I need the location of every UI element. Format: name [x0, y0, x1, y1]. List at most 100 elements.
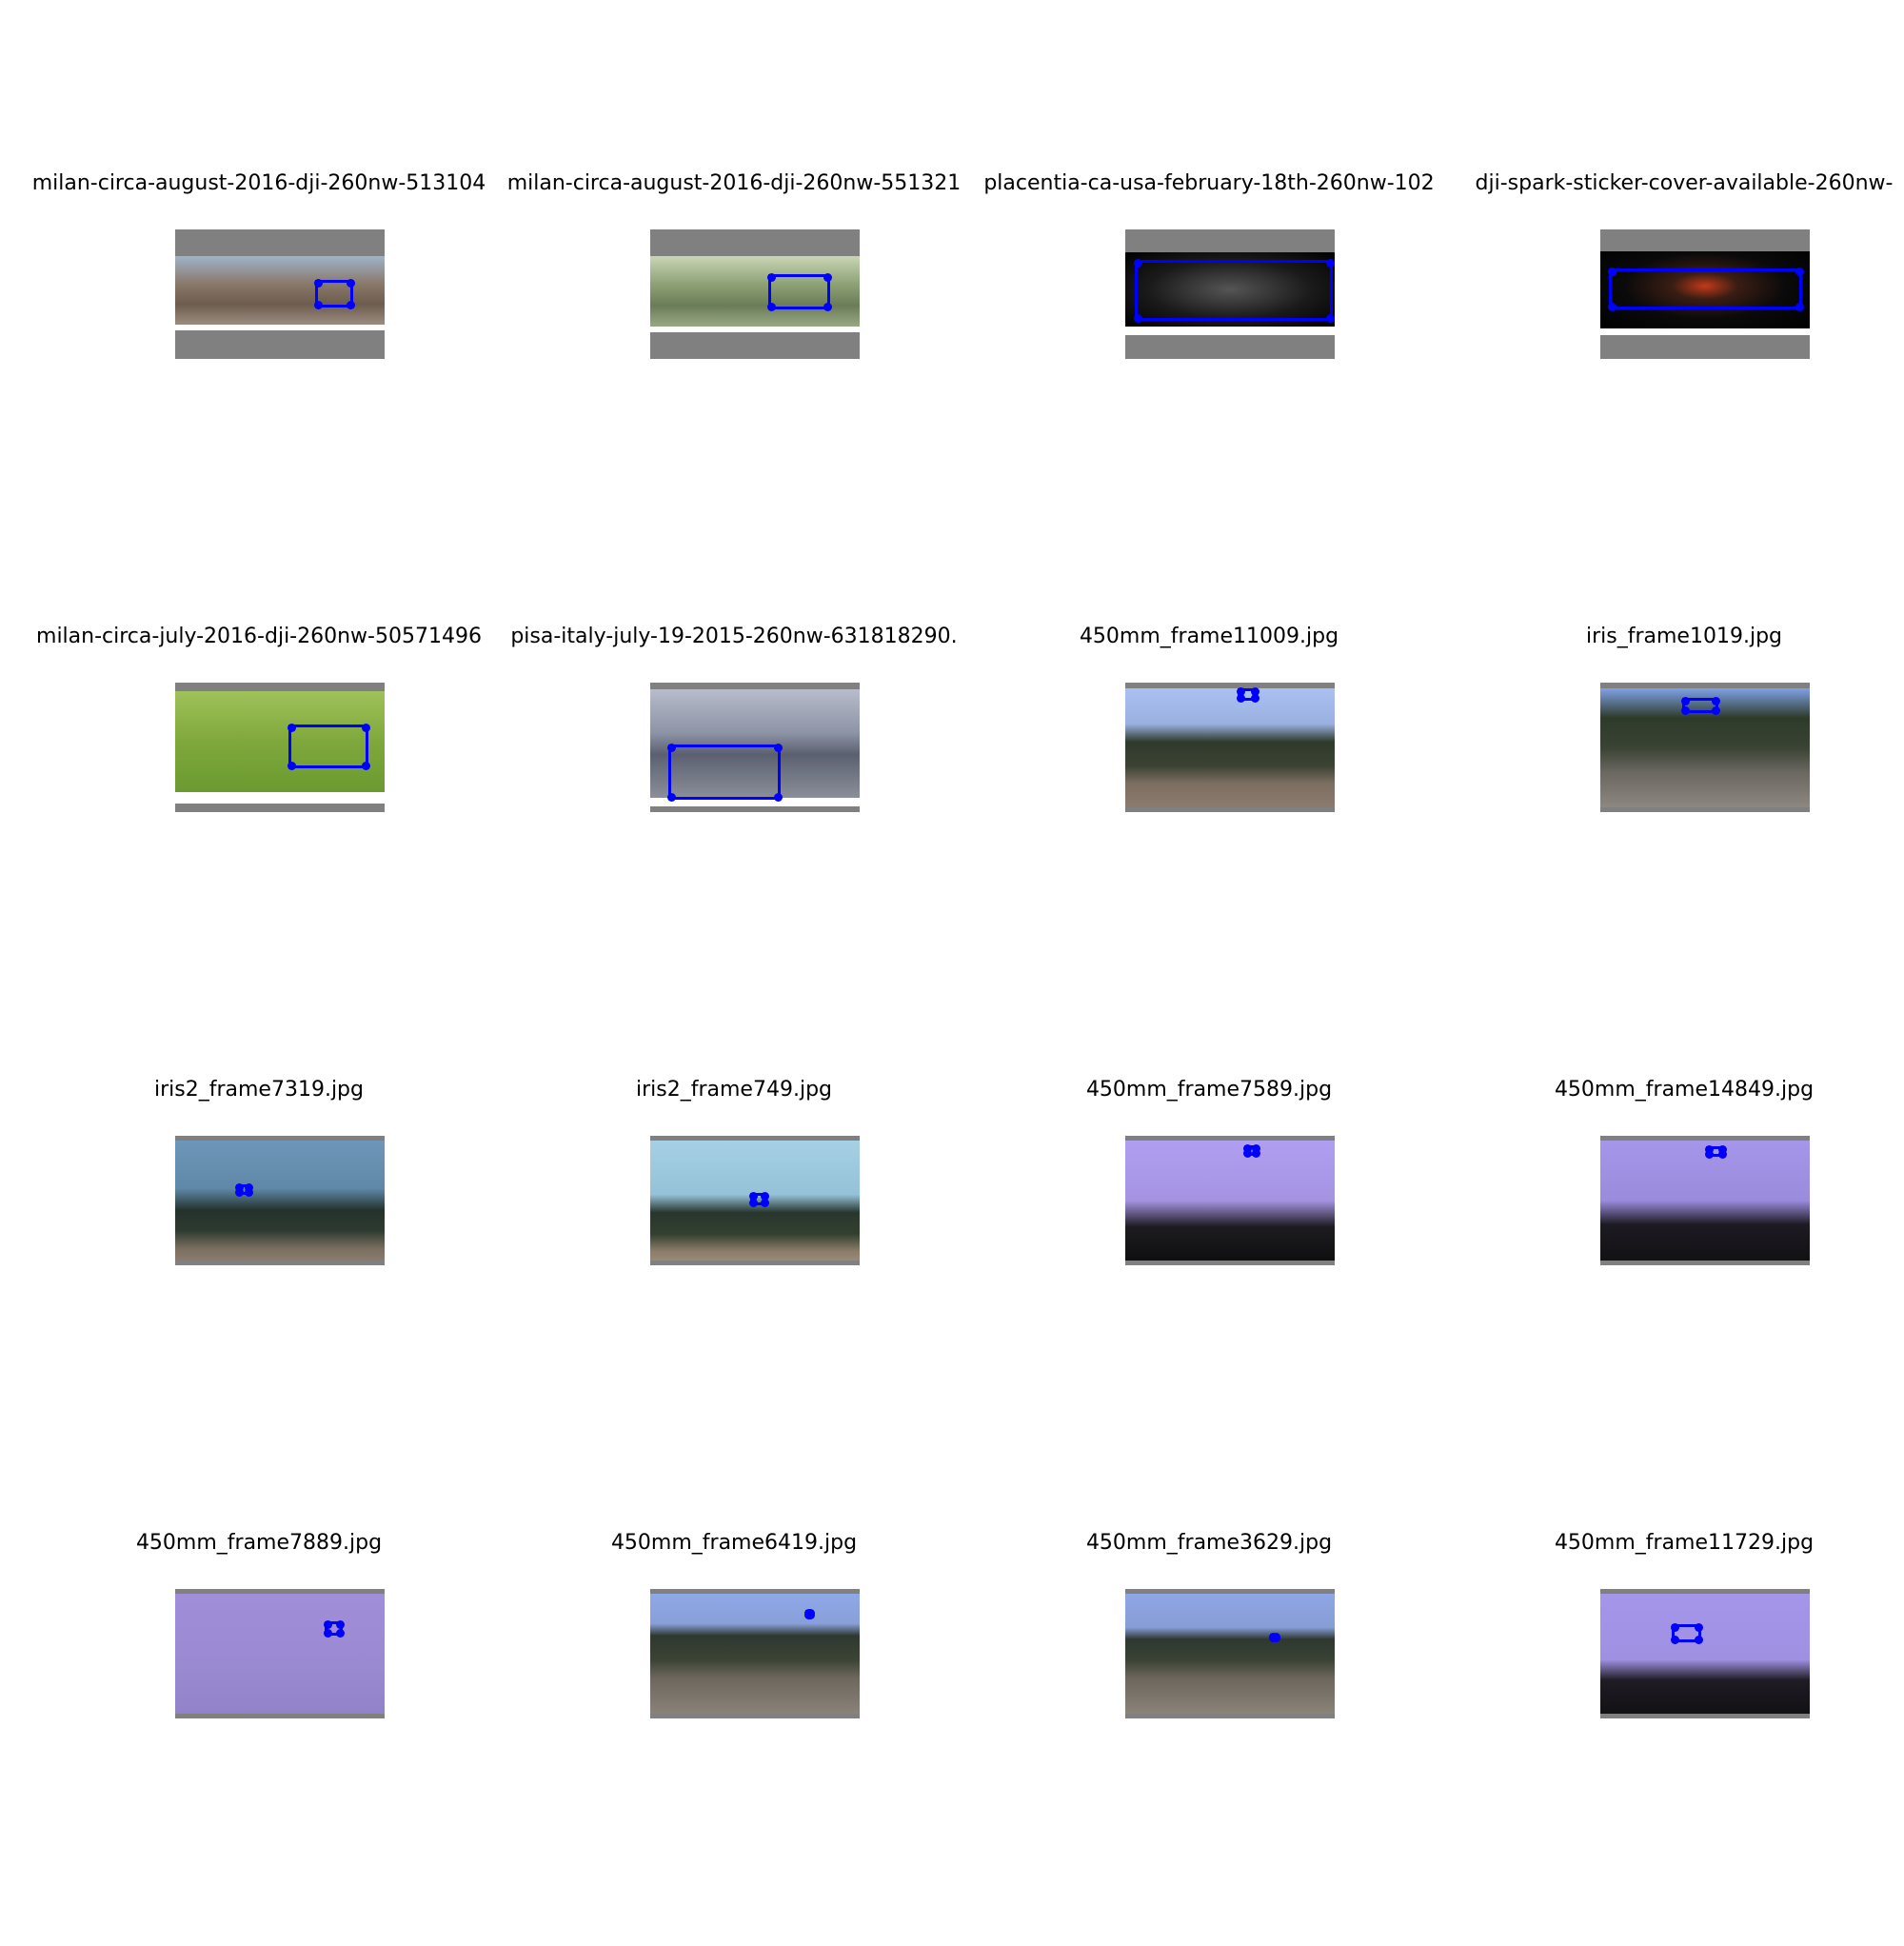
image-thumbnail	[1600, 1136, 1810, 1265]
keypoint-marker	[1680, 696, 1690, 705]
keypoint-marker	[1607, 302, 1616, 311]
image-thumbnail	[175, 1589, 385, 1718]
detection-box	[313, 278, 355, 309]
keypoint-marker	[335, 1619, 345, 1629]
detection-box	[1236, 686, 1259, 703]
keypoint-marker	[361, 723, 370, 732]
keypoint-marker	[1242, 1148, 1252, 1158]
detection-box	[287, 723, 370, 770]
detection-box	[323, 1619, 345, 1638]
image-title: 450mm_frame14849.jpg	[1554, 1078, 1815, 1102]
keypoint-marker	[1711, 705, 1720, 715]
keypoint-marker	[773, 743, 783, 752]
keypoint-marker	[823, 272, 832, 282]
grid-cell-9: iris2_frame7319.jpg	[21, 1040, 497, 1493]
keypoint-marker	[805, 1610, 815, 1619]
image-thumbnail	[650, 683, 860, 812]
keypoint-marker	[1795, 267, 1804, 276]
image-title: iris_frame1019.jpg	[1586, 625, 1782, 648]
keypoint-marker	[1133, 313, 1142, 323]
grid-cell-4: dji-spark-sticker-cover-available-260nw-	[1446, 133, 1904, 586]
keypoint-marker	[1795, 302, 1804, 311]
detection-box	[1242, 1143, 1260, 1158]
grid-cell-10: iris2_frame749.jpg	[496, 1040, 972, 1493]
image-thumbnail	[175, 229, 385, 359]
detection-box	[666, 743, 783, 802]
keypoint-marker	[766, 272, 776, 282]
image-title: iris2_frame7319.jpg	[154, 1078, 364, 1102]
grid-cell-2: milan-circa-august-2016-dji-260nw-551321	[496, 133, 972, 586]
keypoint-marker	[234, 1187, 244, 1197]
grid-cell-6: pisa-italy-july-19-2015-260nw-631818290.	[496, 586, 972, 1040]
keypoint-marker	[1325, 258, 1335, 268]
image-title: placentia-ca-usa-february-18th-260nw-102	[983, 171, 1435, 195]
keypoint-marker	[244, 1187, 253, 1197]
grid-cell-8: iris_frame1019.jpg	[1446, 586, 1904, 1040]
grid-cell-5: milan-circa-july-2016-dji-260nw-50571496	[21, 586, 497, 1040]
image-thumbnail	[1125, 229, 1335, 359]
keypoint-marker	[1325, 313, 1335, 323]
keypoint-marker	[1250, 693, 1259, 703]
keypoint-marker	[287, 723, 296, 732]
keypoint-marker	[1717, 1149, 1727, 1159]
keypoint-marker	[346, 300, 355, 309]
detection-box	[1704, 1144, 1727, 1159]
image-thumbnail	[650, 1136, 860, 1265]
image-title: 450mm_frame11729.jpg	[1554, 1531, 1815, 1555]
keypoint-marker	[666, 743, 676, 752]
image-title: dji-spark-sticker-cover-available-260nw-	[1475, 171, 1894, 195]
detection-box	[803, 1608, 815, 1619]
keypoint-marker	[1236, 693, 1245, 703]
grid-cell-13: 450mm_frame7889.jpg	[21, 1493, 497, 1946]
image-title: 450mm_frame6419.jpg	[610, 1531, 858, 1555]
detection-box	[234, 1182, 253, 1197]
image-thumbnail	[1125, 1136, 1335, 1265]
grid-cell-11: 450mm_frame7589.jpg	[971, 1040, 1447, 1493]
grid-cell-7: 450mm_frame11009.jpg	[971, 586, 1447, 1040]
image-thumbnail	[1600, 1589, 1810, 1718]
image-thumbnail	[1600, 229, 1810, 359]
grid-cell-15: 450mm_frame3629.jpg	[971, 1493, 1447, 1946]
keypoint-marker	[1694, 1622, 1703, 1632]
image-title: milan-circa-august-2016-dji-260nw-551321	[506, 171, 962, 195]
keypoint-marker	[1680, 705, 1690, 715]
detection-box	[1268, 1632, 1280, 1642]
keypoint-marker	[335, 1628, 345, 1638]
detection-box	[1607, 267, 1804, 311]
keypoint-marker	[313, 300, 323, 309]
image-thumbnail	[1125, 1589, 1335, 1718]
image-thumbnail	[650, 229, 860, 359]
grid-cell-1: milan-circa-august-2016-dji-260nw-513104	[21, 133, 497, 586]
keypoint-marker	[1607, 267, 1616, 276]
image-title: milan-circa-august-2016-dji-260nw-513104	[31, 171, 486, 195]
image-title: 450mm_frame7589.jpg	[1085, 1078, 1333, 1102]
keypoint-marker	[748, 1198, 758, 1207]
image-thumbnail	[650, 1589, 860, 1718]
keypoint-marker	[346, 278, 355, 288]
image-title: 450mm_frame11009.jpg	[1079, 625, 1339, 648]
keypoint-marker	[760, 1198, 769, 1207]
keypoint-marker	[287, 761, 296, 770]
keypoint-marker	[1670, 1622, 1679, 1632]
keypoint-marker	[1704, 1149, 1714, 1159]
image-title: pisa-italy-july-19-2015-260nw-631818290.	[510, 625, 958, 648]
image-thumbnail	[1600, 683, 1810, 812]
image-title: 450mm_frame3629.jpg	[1085, 1531, 1333, 1555]
grid-cell-12: 450mm_frame14849.jpg	[1446, 1040, 1904, 1493]
detection-box	[748, 1191, 769, 1207]
image-title: iris2_frame749.jpg	[636, 1078, 832, 1102]
image-thumbnail	[175, 683, 385, 812]
keypoint-marker	[773, 792, 783, 802]
keypoint-marker	[1271, 1633, 1280, 1642]
image-thumbnail	[175, 1136, 385, 1265]
keypoint-marker	[823, 302, 832, 311]
keypoint-marker	[1251, 1148, 1260, 1158]
grid-cell-3: placentia-ca-usa-february-18th-260nw-102	[971, 133, 1447, 586]
keypoint-marker	[1670, 1635, 1679, 1644]
keypoint-marker	[323, 1628, 332, 1638]
detection-box	[1133, 258, 1335, 323]
grid-cell-16: 450mm_frame11729.jpg	[1446, 1493, 1904, 1946]
detection-box	[766, 272, 832, 311]
detection-box	[1680, 696, 1720, 715]
keypoint-marker	[1133, 258, 1142, 268]
